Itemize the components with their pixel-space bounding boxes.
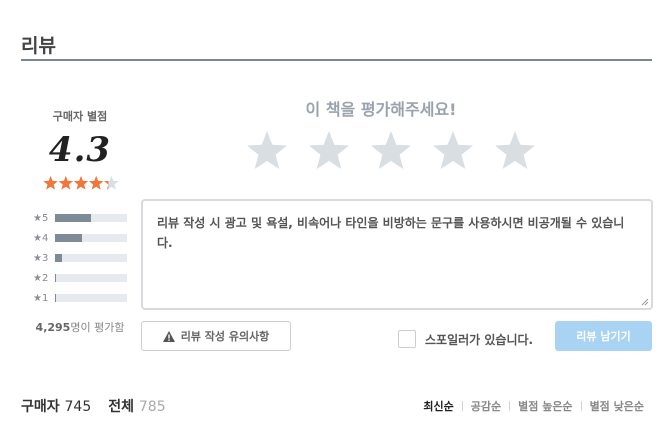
tab-all-count: 785: [138, 399, 166, 415]
distribution-label: ★3: [33, 253, 55, 264]
sort-latest[interactable]: 최신순: [415, 398, 461, 414]
distribution-bar: [55, 294, 127, 302]
star-icon: ★: [33, 272, 42, 284]
sort-options: 최신순 공감순 별점 높은순 별점 낮은순: [415, 398, 652, 414]
rate-star-2-icon[interactable]: [308, 130, 350, 172]
distribution-row: ★1: [33, 288, 127, 308]
submit-review-button[interactable]: 리뷰 남기기: [555, 321, 652, 351]
star-icon: ★: [33, 252, 42, 264]
title-divider: [21, 59, 652, 61]
rating-distribution: ★5 ★4 ★3 ★2 ★1: [33, 208, 127, 308]
tab-all[interactable]: 전체 785: [108, 396, 165, 425]
sort-likes[interactable]: 공감순: [463, 398, 509, 414]
distribution-bar-fill: [55, 234, 83, 242]
review-tabs: 구매자 745 전체 785: [21, 396, 166, 425]
distribution-bar-fill: [55, 274, 57, 282]
distribution-bar: [55, 254, 127, 262]
tab-buyer[interactable]: 구매자 745: [21, 396, 91, 425]
star-icon: [58, 175, 74, 190]
rating-summary-label: 구매자 별점: [52, 110, 108, 123]
distribution-star-number: 1: [41, 292, 49, 304]
tab-buyer-count: 745: [64, 399, 92, 415]
distribution-row: ★2: [33, 268, 127, 288]
distribution-bar-fill: [55, 254, 63, 262]
rate-star-5-icon[interactable]: [494, 130, 536, 172]
distribution-bar: [55, 274, 127, 282]
average-stars: [43, 175, 119, 190]
distribution-bar-fill: [55, 214, 91, 222]
distribution-label: ★4: [33, 233, 55, 244]
star-icon: [88, 175, 104, 190]
star-icon: ★: [33, 232, 42, 244]
review-placeholder: 리뷰 작성 시 광고 및 욕설, 비속어나 타인을 비방하는 문구를 사용하시면…: [157, 216, 625, 250]
rate-star-4-icon[interactable]: [432, 130, 474, 172]
spoiler-checkbox[interactable]: [398, 330, 416, 348]
star-icon: ★: [33, 292, 42, 304]
section-title: 리뷰: [21, 35, 56, 57]
sort-rating-high[interactable]: 별점 높은순: [510, 398, 580, 414]
review-textarea[interactable]: 리뷰 작성 시 광고 및 욕설, 비속어나 타인을 비방하는 문구를 사용하시면…: [141, 199, 653, 310]
distribution-row: ★5: [33, 208, 127, 228]
average-score: 4.3: [48, 130, 112, 170]
tab-all-label: 전체: [108, 399, 135, 415]
distribution-row: ★3: [33, 248, 127, 268]
rate-prompt: 이 책을 평가해주세요!: [305, 100, 457, 119]
rate-star-1-icon[interactable]: [246, 130, 288, 172]
star-icon: [43, 175, 58, 190]
spoiler-option[interactable]: 스포일러가 있습니다.: [398, 330, 533, 348]
distribution-bar-fill: [55, 294, 57, 302]
sort-rating-low[interactable]: 별점 낮은순: [582, 398, 652, 414]
tab-buyer-label: 구매자: [21, 399, 60, 415]
distribution-star-number: 2: [41, 272, 49, 284]
star-icon: [73, 175, 89, 190]
rating-count-number: 4,295: [35, 321, 71, 334]
review-guide-label: 리뷰 작성 유의사항: [180, 330, 270, 343]
distribution-star-number: 4: [41, 232, 49, 244]
rate-star-3-icon[interactable]: [370, 130, 412, 172]
spoiler-label: 스포일러가 있습니다.: [425, 332, 534, 347]
rating-count-suffix: 명이 평가함: [70, 321, 125, 334]
distribution-star-number: 3: [41, 252, 49, 264]
distribution-star-number: 5: [41, 212, 49, 224]
star-icon: ★: [33, 212, 42, 224]
resize-grip-icon[interactable]: [641, 298, 649, 306]
warning-icon: [162, 330, 175, 342]
rating-stars-input[interactable]: [246, 130, 536, 172]
rating-count: 4,295명이 평가함: [21, 319, 139, 335]
distribution-bar: [55, 214, 127, 222]
distribution-row: ★4: [33, 228, 127, 248]
distribution-label: ★2: [33, 273, 55, 284]
distribution-label: ★5: [33, 213, 55, 224]
distribution-bar: [55, 234, 127, 242]
distribution-label: ★1: [33, 293, 55, 304]
review-guide-button[interactable]: 리뷰 작성 유의사항: [141, 321, 291, 351]
